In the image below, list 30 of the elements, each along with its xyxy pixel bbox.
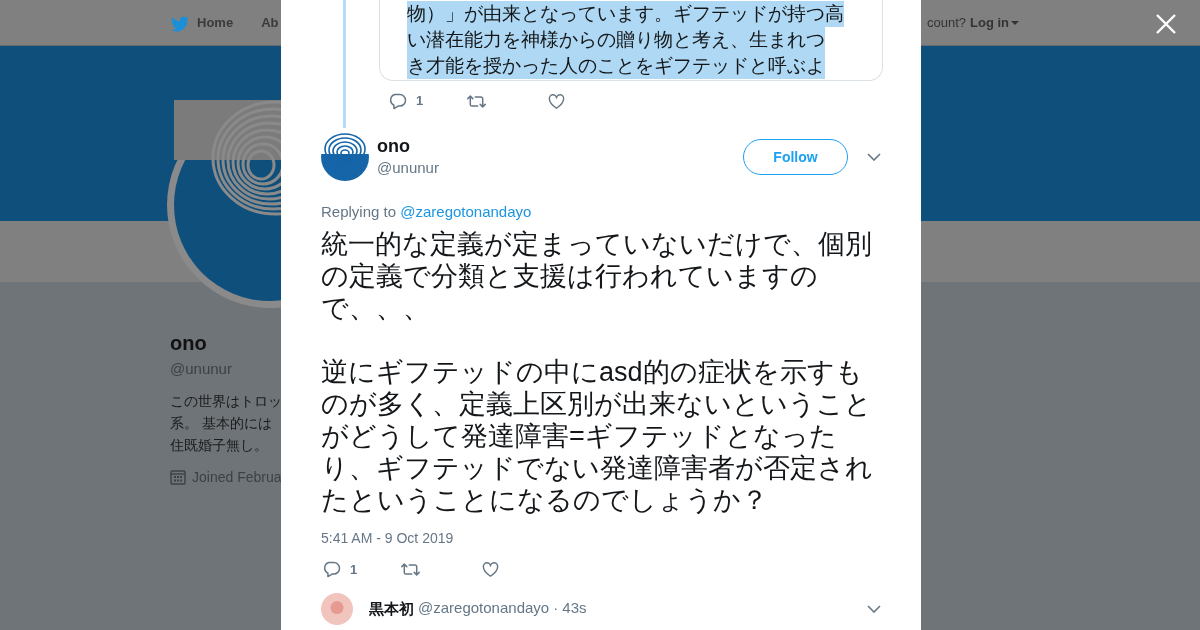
retweet-icon[interactable] — [401, 560, 421, 579]
tweet-timestamp: 5:41 AM - 9 Oct 2019 — [321, 528, 455, 548]
replying-line: Replying to @zaregotonandayo — [321, 202, 533, 222]
chevron-icon[interactable] — [867, 604, 881, 613]
avatar[interactable] — [321, 133, 369, 181]
reply-count: 1 — [350, 560, 358, 579]
author-name[interactable]: ono — [377, 134, 439, 157]
login-link[interactable]: Log in — [970, 12, 1009, 33]
heart-icon[interactable] — [547, 91, 567, 111]
author-handle: @ununur — [377, 157, 439, 178]
mention-link[interactable]: @zaregotonandayo — [400, 203, 532, 220]
caret-icon[interactable] — [1011, 20, 1019, 25]
reply-age: · 43s — [553, 598, 587, 619]
heart-icon[interactable] — [481, 560, 501, 579]
follow-button[interactable]: Follow — [743, 139, 848, 175]
author-name[interactable]: 黒本初 — [369, 597, 414, 620]
close-icon[interactable] — [1155, 13, 1177, 35]
nav-link[interactable]: Home — [197, 12, 234, 33]
tweet-text: 逆にギフテッドの中にasd的の症状を示すものが多く、定義上区別が出来ないということがどうして発達障害=ギフテッドとなったり、ギフテッドでない発達障害者が否定されたということになるのでしょうか？ — [321, 355, 874, 516]
account-prompt: count? — [926, 13, 966, 32]
nav-link[interactable]: Ab — [261, 12, 279, 33]
reply-icon[interactable] — [323, 560, 342, 579]
reply-icon[interactable] — [389, 91, 408, 111]
chevron-icon[interactable] — [867, 153, 881, 161]
reply-count: 1 — [416, 92, 424, 111]
calendar-icon — [170, 469, 186, 485]
profile-name: ono — [170, 331, 208, 356]
tweet-text: 統一的な定義が定まっていないだけで、個別の定義で分類と支援は行われていますので、、、 — [321, 227, 873, 324]
author-handle: @zaregotonandayo — [418, 598, 550, 619]
profile-bio: この世界はトロッ 系。 基本的には 住既婚子無し。 — [170, 392, 280, 455]
